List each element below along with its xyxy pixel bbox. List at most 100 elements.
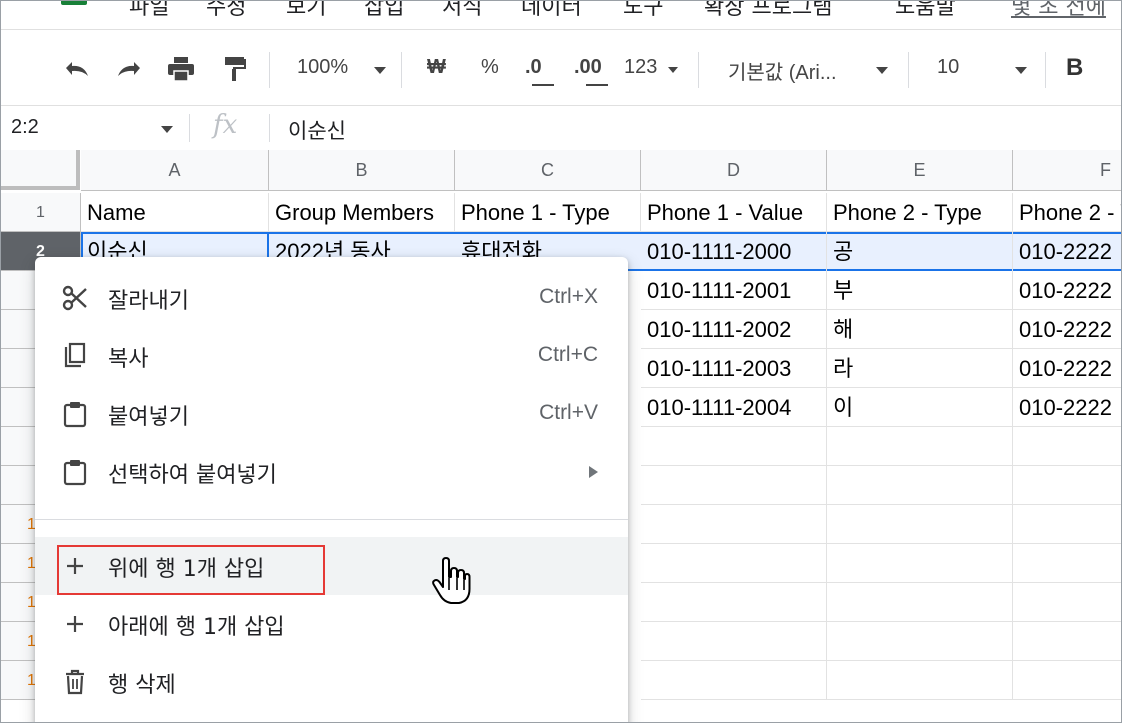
column-header-c[interactable]: C bbox=[455, 150, 641, 191]
table-cell[interactable]: 라 bbox=[827, 349, 1013, 388]
table-cell[interactable]: 010-1111-2003 bbox=[641, 349, 827, 388]
table-cell[interactable] bbox=[827, 622, 1013, 661]
table-cell[interactable]: 010-2222 bbox=[1013, 232, 1121, 271]
table-cell[interactable]: 010-1111-2001 bbox=[641, 271, 827, 310]
table-cell[interactable] bbox=[1013, 622, 1121, 661]
font-size-select[interactable]: 10 bbox=[937, 56, 959, 79]
column-header-f[interactable]: F bbox=[1013, 150, 1121, 191]
table-cell[interactable]: 010-2222 bbox=[1013, 310, 1121, 349]
menu-item-label: 선택하여 붙여넣기 bbox=[108, 463, 277, 488]
table-cell[interactable] bbox=[827, 466, 1013, 505]
shortcut-label: Ctrl+X bbox=[539, 285, 598, 308]
zoom-dropdown-icon[interactable] bbox=[374, 67, 386, 74]
menu-extensions[interactable]: 확장 프로그램 bbox=[704, 1, 832, 21]
table-cell[interactable] bbox=[641, 583, 827, 622]
percent-format-button[interactable]: % bbox=[481, 56, 499, 79]
menu-format[interactable]: 서식 bbox=[442, 1, 482, 21]
paint-format-icon[interactable] bbox=[217, 52, 253, 86]
table-cell[interactable]: Phone 2 - Value bbox=[1013, 193, 1121, 232]
table-cell[interactable]: 010-1111-2002 bbox=[641, 310, 827, 349]
more-formats-dropdown-icon[interactable] bbox=[668, 67, 678, 73]
table-cell[interactable]: Phone 1 - Value bbox=[641, 193, 827, 232]
table-cell[interactable] bbox=[827, 427, 1013, 466]
menu-item-delete-row[interactable]: 행 삭제 bbox=[35, 653, 628, 711]
menu-item-label: 위에 행 1개 삽입 bbox=[108, 557, 265, 582]
table-cell[interactable] bbox=[827, 661, 1013, 700]
table-cell[interactable] bbox=[827, 544, 1013, 583]
zoom-select[interactable]: 100% bbox=[297, 56, 348, 79]
menu-help[interactable]: 도움말 bbox=[895, 1, 956, 21]
menu-divider bbox=[35, 519, 628, 520]
table-cell[interactable]: 010-2222 bbox=[1013, 388, 1121, 427]
font-size-dropdown-icon[interactable] bbox=[1015, 67, 1027, 74]
table-cell[interactable]: Group Members bbox=[269, 193, 455, 232]
column-header-e[interactable]: E bbox=[827, 150, 1013, 191]
table-cell[interactable]: 부 bbox=[827, 271, 1013, 310]
menu-item-paste[interactable]: 붙여넣기 Ctrl+V bbox=[35, 385, 628, 443]
row-header[interactable]: 1 bbox=[1, 193, 81, 232]
bold-button[interactable]: B bbox=[1066, 54, 1083, 82]
table-cell[interactable]: 010-2222 bbox=[1013, 349, 1121, 388]
redo-icon[interactable] bbox=[111, 52, 147, 86]
table-cell[interactable]: 010-1111-2000 bbox=[641, 232, 827, 271]
menu-item-label: 잘라내기 bbox=[108, 289, 189, 314]
font-dropdown-icon[interactable] bbox=[876, 67, 888, 74]
table-cell[interactable]: 공 bbox=[827, 232, 1013, 271]
table-cell[interactable] bbox=[641, 505, 827, 544]
table-cell[interactable] bbox=[1013, 544, 1121, 583]
menu-insert[interactable]: 삽입 bbox=[364, 1, 404, 21]
currency-format-button[interactable]: ₩ bbox=[427, 56, 446, 79]
table-cell[interactable]: Phone 1 - Type bbox=[455, 193, 641, 232]
menu-item-copy[interactable]: 복사 Ctrl+C bbox=[35, 327, 628, 385]
formula-input[interactable]: 이순신 bbox=[288, 115, 346, 145]
decrease-decimal-button[interactable]: .0 bbox=[525, 56, 542, 79]
name-box[interactable]: 2:2 bbox=[11, 116, 39, 139]
last-edit-link[interactable]: 몇 초 전에 bbox=[1011, 1, 1106, 21]
table-cell[interactable]: Phone 2 - Type bbox=[827, 193, 1013, 232]
column-header-d[interactable]: D bbox=[641, 150, 827, 191]
menu-file[interactable]: 파일 bbox=[129, 1, 169, 21]
column-header-b[interactable]: B bbox=[269, 150, 455, 191]
table-cell[interactable] bbox=[1013, 583, 1121, 622]
menu-tools[interactable]: 도구 bbox=[623, 1, 663, 21]
table-cell[interactable]: 해 bbox=[827, 310, 1013, 349]
menu-data[interactable]: 데이터 bbox=[521, 1, 582, 21]
name-box-dropdown-icon[interactable] bbox=[161, 126, 173, 133]
menu-item-label: 행 삭제 bbox=[108, 673, 176, 698]
table-cell[interactable] bbox=[641, 427, 827, 466]
menu-view[interactable]: 보기 bbox=[286, 1, 326, 21]
table-cell[interactable] bbox=[1013, 466, 1121, 505]
clipboard-icon bbox=[61, 400, 89, 428]
table-cell[interactable] bbox=[641, 622, 827, 661]
table-cell[interactable]: 010-1111-2004 bbox=[641, 388, 827, 427]
menu-item-insert-row-above[interactable]: 위에 행 1개 삽입 bbox=[35, 537, 628, 595]
table-cell[interactable]: Name bbox=[81, 193, 269, 232]
table-cell[interactable] bbox=[1013, 661, 1121, 700]
table-cell[interactable] bbox=[1013, 427, 1121, 466]
decrease-decimal-arrow-icon bbox=[532, 84, 554, 86]
table-cell[interactable] bbox=[641, 661, 827, 700]
table-cell[interactable] bbox=[641, 466, 827, 505]
table-cell[interactable] bbox=[641, 544, 827, 583]
menu-item-paste-special[interactable]: 선택하여 붙여넣기 bbox=[35, 443, 628, 501]
submenu-arrow-icon bbox=[589, 466, 598, 478]
scissors-icon bbox=[61, 284, 89, 312]
print-icon[interactable] bbox=[163, 52, 199, 86]
column-header-a[interactable]: A bbox=[81, 150, 269, 191]
menu-item-cut[interactable]: 잘라내기 Ctrl+X bbox=[35, 269, 628, 327]
select-all-corner[interactable] bbox=[1, 150, 80, 190]
undo-icon[interactable] bbox=[59, 52, 95, 86]
menu-edit[interactable]: 수정 bbox=[206, 1, 246, 21]
menu-bar: 파일 수정 보기 삽입 서식 데이터 도구 확장 프로그램 도움말 몇 초 전에 bbox=[1, 1, 1121, 29]
more-formats-button[interactable]: 123 bbox=[624, 56, 657, 79]
table-cell[interactable] bbox=[827, 505, 1013, 544]
table-cell[interactable] bbox=[1013, 505, 1121, 544]
menu-item-insert-row-below[interactable]: 아래에 행 1개 삽입 bbox=[35, 595, 628, 653]
increase-decimal-button[interactable]: .00 bbox=[574, 56, 602, 79]
fx-icon: fx bbox=[213, 110, 238, 140]
table-cell[interactable]: 010-2222 bbox=[1013, 271, 1121, 310]
font-family-select[interactable]: 기본값 (Ari... bbox=[728, 56, 837, 85]
table-cell[interactable]: 이 bbox=[827, 388, 1013, 427]
table-cell[interactable] bbox=[827, 583, 1013, 622]
formula-bar: 2:2 fx 이순신 bbox=[1, 105, 1121, 151]
